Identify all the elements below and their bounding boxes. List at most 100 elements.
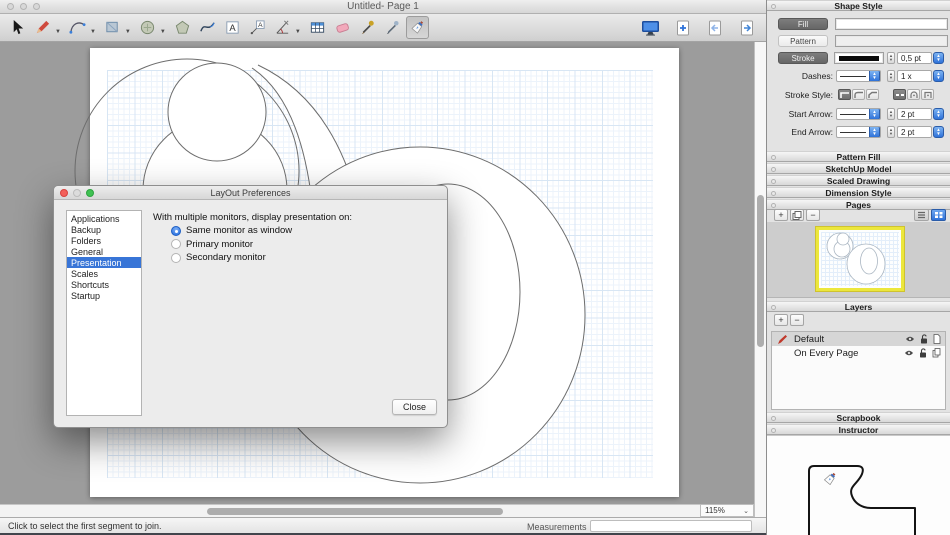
table-tool-button[interactable] [306, 16, 329, 39]
dash-scale-stepper[interactable]: ▲▼ [887, 70, 895, 82]
visibility-eye-icon[interactable] [905, 335, 915, 343]
radio-secondary-monitor[interactable] [171, 253, 181, 263]
next-page-button[interactable] [735, 16, 758, 39]
sketchup-model-header[interactable]: SketchUp Model [767, 163, 950, 174]
end-arrow-size-stepper[interactable]: ▲▼ [887, 126, 895, 138]
section-item-backup[interactable]: Backup [67, 224, 141, 235]
cap-style-butt-button[interactable] [893, 89, 906, 100]
stroke-color-swatch[interactable] [834, 52, 884, 64]
section-item-startup[interactable]: Startup [67, 290, 141, 301]
eraser-tool-button[interactable] [331, 16, 354, 39]
rectangle-tool-button[interactable] [101, 16, 124, 39]
close-button[interactable]: Close [392, 399, 437, 415]
arc-tool-button[interactable] [66, 16, 89, 39]
end-arrow-size-dropdown[interactable]: ▲▼ [933, 126, 944, 138]
single-page-icon[interactable] [933, 334, 941, 344]
horizontal-scrollbar[interactable] [0, 504, 700, 517]
horizontal-scrollbar-thumb[interactable] [207, 508, 503, 515]
layer-row-default[interactable]: Default [772, 332, 945, 346]
start-arrow-size-stepper[interactable]: ▲▼ [887, 108, 895, 120]
lock-icon[interactable] [920, 334, 928, 344]
add-page-button[interactable] [671, 16, 694, 39]
select-tool-button[interactable] [6, 16, 29, 39]
rectangle-tool-dropdown-arrow[interactable]: ▼ [125, 29, 131, 35]
radio-label-secondary-monitor: Secondary monitor [186, 252, 266, 263]
visibility-eye-icon[interactable] [904, 349, 914, 357]
remove-page-panel-button[interactable]: − [806, 209, 820, 221]
layers-header[interactable]: Layers [767, 301, 950, 312]
style-tool-button[interactable] [356, 16, 379, 39]
list-view-button[interactable] [914, 209, 929, 221]
remove-layer-button[interactable]: − [790, 314, 804, 326]
angular-dimension-dropdown-arrow[interactable]: ▼ [295, 29, 301, 35]
measurements-input[interactable] [590, 520, 752, 532]
arc-tool-dropdown-arrow[interactable]: ▼ [90, 29, 96, 35]
corner-style-bevel-button[interactable] [866, 89, 879, 100]
fill-toggle-button[interactable]: Fill [778, 18, 828, 30]
dashes-dropdown[interactable]: ▲▼ [869, 70, 880, 82]
corner-style-round-button[interactable] [852, 89, 865, 100]
scaled-drawing-header[interactable]: Scaled Drawing [767, 175, 950, 186]
drawing-canvas[interactable]: 115% ⌄ LayOut Preferences Applications B… [0, 42, 766, 517]
line-tool-button[interactable] [31, 16, 54, 39]
angular-dimension-tool-button[interactable] [271, 16, 294, 39]
text-tool-button[interactable]: A [221, 16, 244, 39]
dash-scale-value[interactable]: 1 x [897, 70, 932, 82]
pattern-swatch[interactable] [835, 35, 948, 47]
cap-style-square-button[interactable] [921, 89, 934, 100]
grid-view-button[interactable] [931, 209, 946, 221]
circle-tool-button[interactable] [136, 16, 159, 39]
circle-tool-dropdown-arrow[interactable]: ▼ [160, 29, 166, 35]
dashes-combo[interactable]: ▲▼ [836, 70, 881, 82]
radio-same-monitor[interactable] [171, 226, 181, 236]
freehand-tool-button[interactable] [196, 16, 219, 39]
stroke-width-value[interactable]: 0,5 pt [897, 52, 932, 64]
line-tool-dropdown-arrow[interactable]: ▼ [55, 29, 61, 35]
lock-icon[interactable] [919, 348, 927, 358]
section-item-presentation[interactable]: Presentation [67, 257, 141, 268]
end-arrow-size-value[interactable]: 2 pt [897, 126, 932, 138]
stroke-toggle-button[interactable]: Stroke [778, 52, 828, 64]
instructor-header[interactable]: Instructor [767, 424, 950, 435]
add-layer-button[interactable]: + [774, 314, 788, 326]
corner-style-square-button[interactable] [838, 89, 851, 100]
section-item-general[interactable]: General [67, 246, 141, 257]
start-arrow-dropdown[interactable]: ▲▼ [869, 108, 880, 120]
label-tool-button[interactable]: A [246, 16, 269, 39]
radio-primary-monitor[interactable] [171, 239, 181, 249]
vertical-scrollbar-thumb[interactable] [757, 195, 764, 347]
section-item-scales[interactable]: Scales [67, 268, 141, 279]
section-item-folders[interactable]: Folders [67, 235, 141, 246]
end-arrow-dropdown[interactable]: ▲▼ [869, 126, 880, 138]
add-page-panel-button[interactable]: + [774, 209, 788, 221]
section-item-applications[interactable]: Applications [67, 213, 141, 224]
pattern-fill-header[interactable]: Pattern Fill [767, 151, 950, 162]
section-item-shortcuts[interactable]: Shortcuts [67, 279, 141, 290]
start-arrow-combo[interactable]: ▲▼ [836, 108, 881, 120]
stroke-width-stepper[interactable]: ▲▼ [887, 52, 895, 64]
fill-color-swatch[interactable] [835, 18, 948, 30]
end-arrow-combo[interactable]: ▲▼ [836, 126, 881, 138]
stroke-width-dropdown[interactable]: ▲▼ [933, 52, 944, 64]
start-presentation-button[interactable] [639, 16, 662, 39]
page-1-thumbnail[interactable] [816, 227, 904, 291]
dialog-titlebar[interactable]: LayOut Preferences [54, 186, 447, 200]
dimension-style-header[interactable]: Dimension Style [767, 187, 950, 198]
start-arrow-size-dropdown[interactable]: ▲▼ [933, 108, 944, 120]
split-tool-button[interactable] [381, 16, 404, 39]
join-tool-button[interactable] [406, 16, 429, 39]
layer-row-on-every-page[interactable]: On Every Page [772, 346, 945, 360]
shared-pages-icon[interactable] [932, 348, 941, 358]
cap-style-round-button[interactable] [907, 89, 920, 100]
scrapbook-header[interactable]: Scrapbook [767, 412, 950, 423]
previous-page-button[interactable] [703, 16, 726, 39]
vertical-scrollbar[interactable] [754, 42, 766, 517]
disclosure-icon [771, 155, 776, 160]
duplicate-page-button[interactable] [790, 209, 804, 221]
pattern-toggle-button[interactable]: Pattern [778, 35, 828, 47]
start-arrow-size-value[interactable]: 2 pt [897, 108, 932, 120]
zoom-level-dropdown[interactable]: 115% ⌄ [700, 504, 754, 517]
polygon-tool-button[interactable] [171, 16, 194, 39]
shape-style-header[interactable]: Shape Style [767, 0, 950, 11]
dash-scale-dropdown[interactable]: ▲▼ [933, 70, 944, 82]
